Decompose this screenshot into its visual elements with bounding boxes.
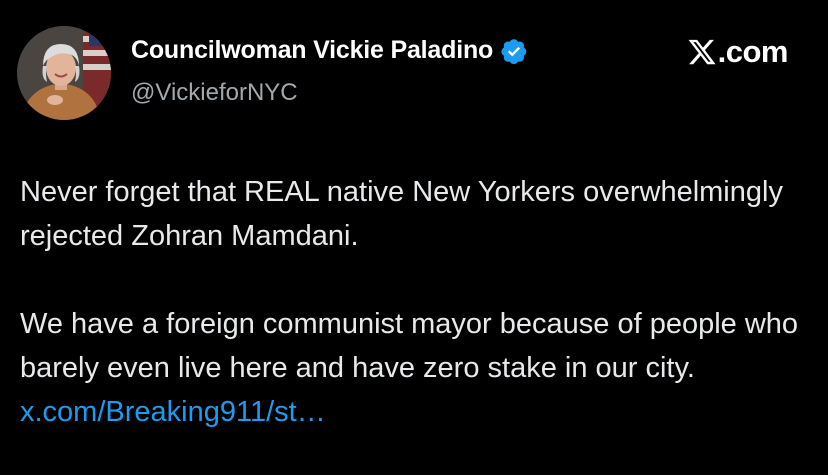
tweet-paragraph-2: We have a foreign communist mayor becaus… (20, 302, 810, 434)
tweet-card: Councilwoman Vickie Paladino @VickieforN… (0, 0, 828, 475)
avatar-image (17, 26, 111, 120)
tweet-paragraph-2-text: We have a foreign communist mayor becaus… (20, 308, 799, 384)
avatar[interactable] (17, 26, 111, 120)
tweet-link[interactable]: x.com/Breaking911/st… (20, 396, 326, 428)
author-name-row[interactable]: Councilwoman Vickie Paladino (131, 36, 528, 65)
x-logo-icon (687, 37, 717, 67)
brand-suffix: .com (717, 34, 789, 69)
tweet-text: Never forget that REAL native New Yorker… (20, 170, 810, 434)
verified-badge-icon (500, 37, 528, 65)
author-display-name[interactable]: Councilwoman Vickie Paladino (131, 36, 493, 65)
brand-logo: .com (687, 34, 789, 70)
tweet-paragraph-1: Never forget that REAL native New Yorker… (20, 176, 783, 252)
author-handle[interactable]: @VickieforNYC (131, 79, 298, 107)
